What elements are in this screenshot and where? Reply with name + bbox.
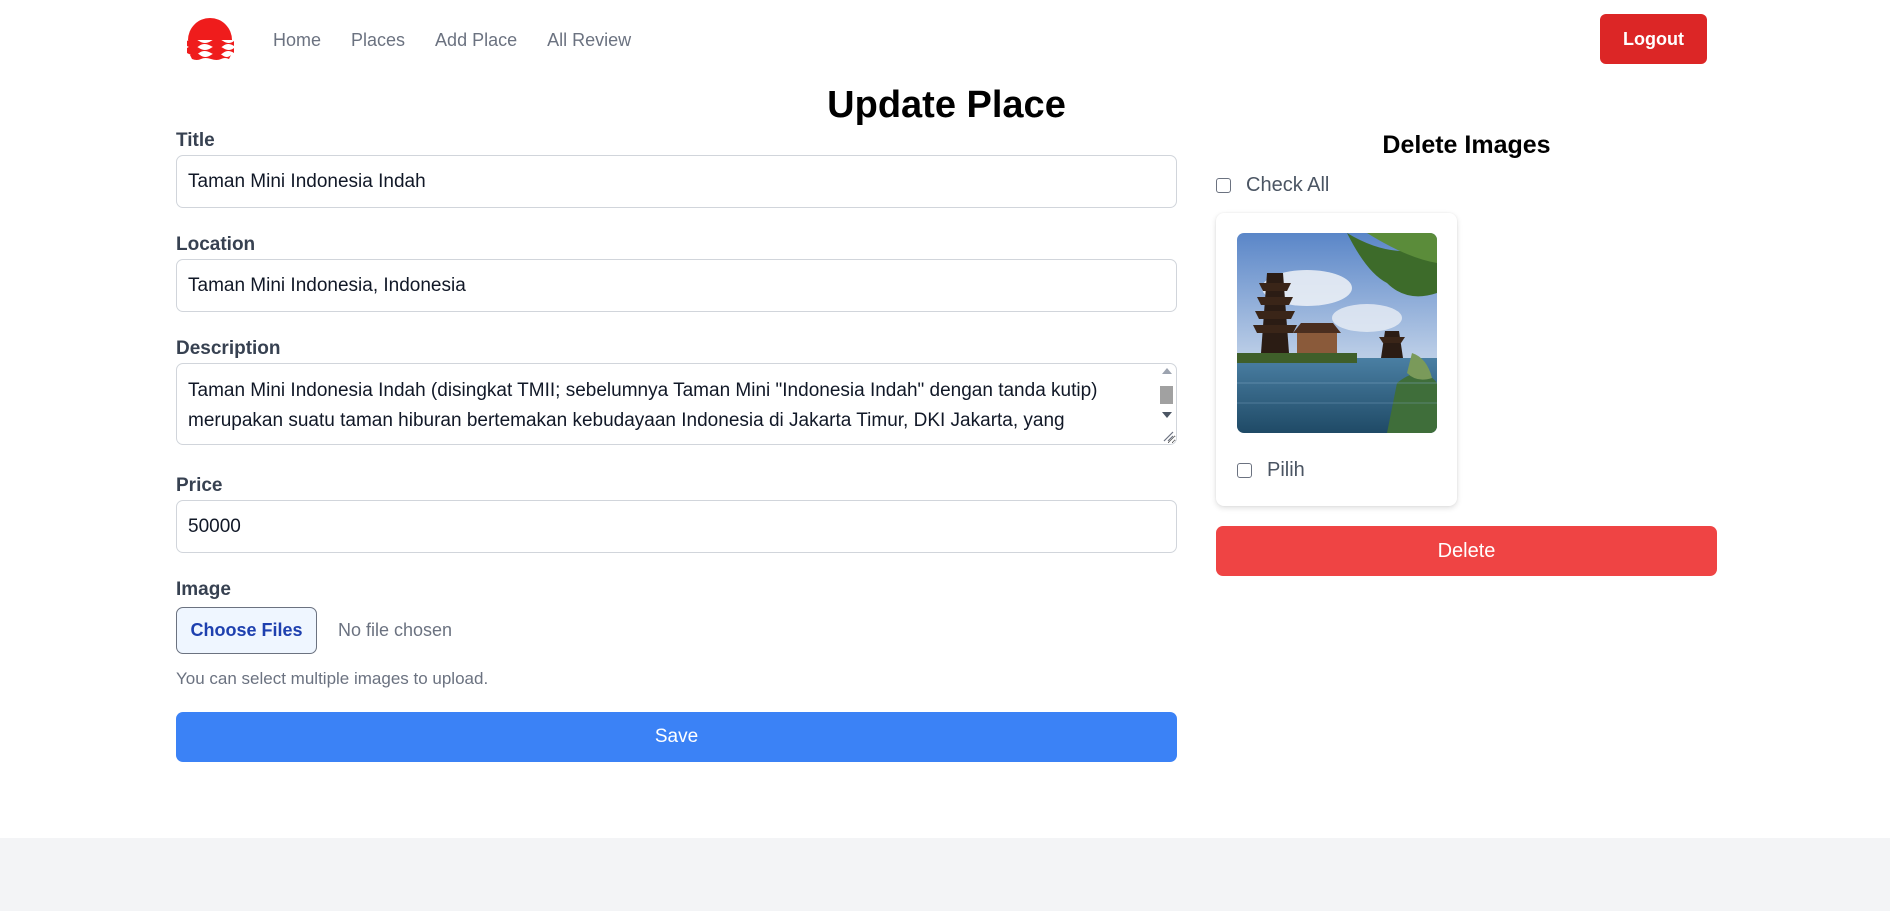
scroll-thumb[interactable]	[1160, 386, 1173, 404]
nav-link-add-place[interactable]: Add Place	[435, 28, 517, 52]
check-all-row: Check All	[1216, 174, 1717, 197]
delete-images-panel: Delete Images Check All Pilih Delete	[1216, 128, 1717, 576]
price-label: Price	[176, 475, 223, 496]
check-all-label[interactable]: Check All	[1246, 174, 1329, 197]
price-input[interactable]	[176, 500, 1177, 553]
description-label: Description	[176, 338, 281, 359]
delete-images-title: Delete Images	[1382, 131, 1551, 159]
resize-grip-icon[interactable]	[1162, 430, 1174, 442]
check-all-checkbox[interactable]	[1216, 178, 1231, 193]
nav-link-home[interactable]: Home	[273, 28, 321, 52]
scroll-down-icon[interactable]	[1162, 412, 1172, 418]
file-input: Choose Files No file chosen	[176, 607, 1177, 654]
save-button[interactable]: Save	[176, 712, 1177, 762]
description-textarea[interactable]: Taman Mini Indonesia Indah (disingkat TM…	[176, 363, 1177, 445]
location-label: Location	[176, 234, 256, 255]
select-image-checkbox[interactable]	[1237, 463, 1252, 478]
update-place-form: Title Location Description Taman Mini In…	[176, 128, 1177, 762]
image-label: Image	[176, 579, 231, 600]
no-file-text: No file chosen	[338, 620, 453, 640]
place-image	[1237, 233, 1437, 433]
scroll-up-icon[interactable]	[1162, 368, 1172, 374]
description-textarea-wrapper: Taman Mini Indonesia Indah (disingkat TM…	[176, 363, 1177, 445]
footer	[0, 838, 1890, 911]
navbar: Home Places Add Place All Review Logout	[0, 0, 1890, 80]
select-image-label[interactable]: Pilih	[1267, 459, 1305, 482]
upload-hint: You can select multiple images to upload…	[176, 669, 489, 688]
choose-files-button[interactable]: Choose Files	[176, 607, 317, 654]
image-card: Pilih	[1216, 213, 1457, 506]
location-input[interactable]	[176, 259, 1177, 312]
nav-link-all-review[interactable]: All Review	[547, 28, 631, 52]
description-line: Taman Mini Indonesia Indah (disingkat TM…	[188, 380, 1098, 401]
nav-link-places[interactable]: Places	[351, 28, 405, 52]
page-title: Update Place	[827, 84, 1066, 126]
description-line: merupakan suatu taman hiburan bertemakan…	[188, 410, 1065, 431]
nav-links: Home Places Add Place All Review	[273, 28, 631, 52]
title-input[interactable]	[176, 155, 1177, 208]
pilih-row: Pilih	[1237, 459, 1436, 482]
sun-waves-logo[interactable]	[185, 18, 235, 62]
logout-button[interactable]: Logout	[1600, 14, 1707, 64]
title-label: Title	[176, 130, 215, 151]
delete-button[interactable]: Delete	[1216, 526, 1717, 576]
